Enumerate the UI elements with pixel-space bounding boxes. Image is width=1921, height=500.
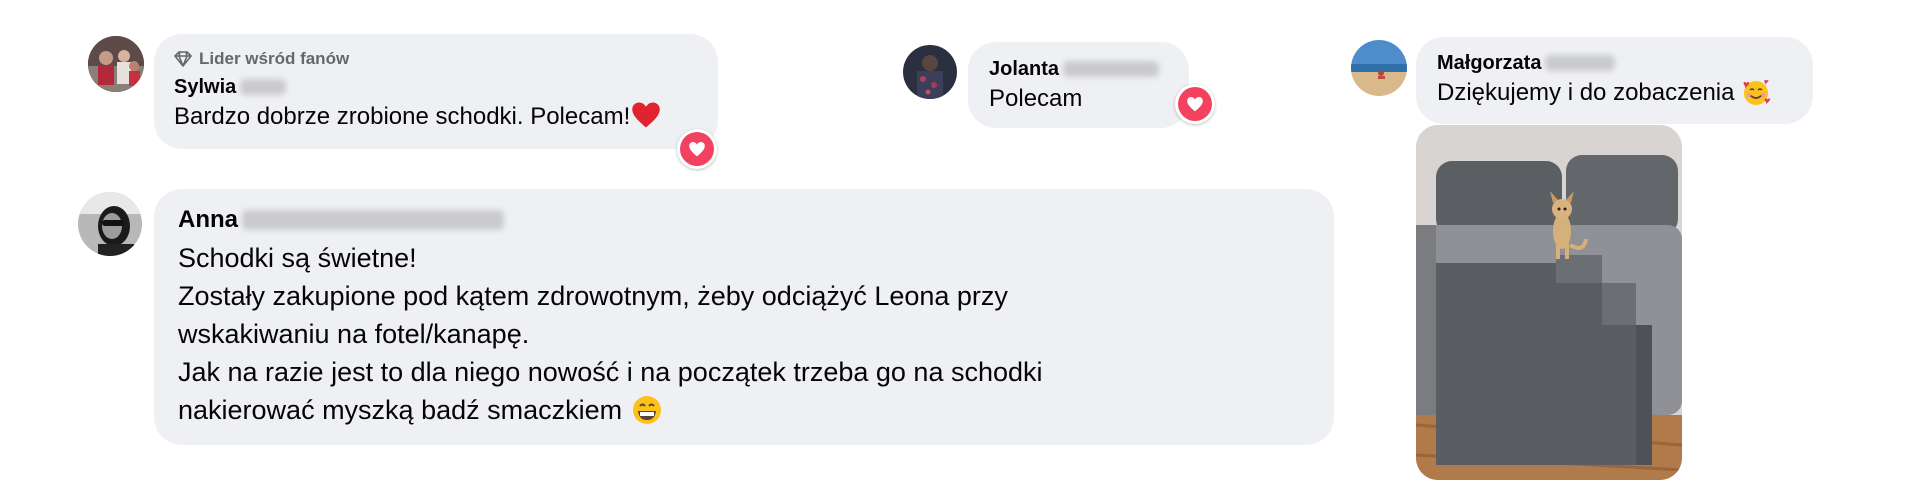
comment-bubble-anna: Anna Schodki są świetne! Zostały zakupio… — [154, 189, 1334, 445]
author-first-name: Sylwia — [174, 75, 237, 98]
comment-text-malgorzata-content: Dziękujemy i do zobaczenia — [1437, 79, 1735, 106]
author-surname-redacted — [240, 79, 287, 95]
diamond-icon — [174, 51, 192, 67]
avatar-sylwia[interactable] — [88, 36, 144, 92]
top-fan-badge-label: Lider wśród fanów — [199, 49, 350, 68]
avatar-anna[interactable] — [78, 192, 142, 256]
author-first-name: Jolanta — [989, 57, 1060, 80]
comment-text-jolanta: Polecam — [989, 85, 1083, 112]
author-first-name: Anna — [178, 206, 238, 233]
photo-dog-on-steps — [1416, 125, 1682, 480]
comment-text-anna: Schodki są świetne! Zostały zakupione po… — [178, 239, 1310, 429]
comment-text-malgorzata: Dziękujemy i do zobaczenia — [1437, 77, 1792, 109]
comment-author-malgorzata[interactable]: Małgorzata — [1437, 49, 1792, 77]
author-surname-redacted — [242, 210, 504, 230]
heart-reaction-icon — [1187, 97, 1203, 112]
avatar-jolanta-image — [903, 45, 957, 99]
comment-text-line: Zostały zakupione pod kątem zdrowotnym, … — [178, 281, 1008, 311]
smiling-face-with-hearts-emoji-icon — [1743, 80, 1771, 105]
avatar-malgorzata-image — [1351, 40, 1407, 96]
comment-author-anna[interactable]: Anna — [178, 203, 1310, 237]
avatar-anna-image — [78, 192, 142, 256]
comment-photo-attachment[interactable] — [1416, 125, 1682, 480]
comment-text-line: Schodki są świetne! — [178, 243, 417, 273]
comment-text-line: nakierować myszką badź smaczkiem — [178, 395, 623, 425]
comment-text-sylwia-content: Bardzo dobrze zrobione schodki. Polecam! — [174, 103, 631, 130]
comment-text-line: Jak na razie jest to dla niego nowość i … — [178, 357, 1043, 387]
comment-author-sylwia[interactable]: Sylwia — [174, 73, 698, 101]
author-surname-redacted — [1063, 61, 1160, 77]
avatar-malgorzata[interactable] — [1351, 40, 1407, 96]
avatar-jolanta[interactable] — [903, 45, 957, 99]
comment-text-sylwia: Bardzo dobrze zrobione schodki. Polecam! — [174, 101, 698, 133]
author-surname-redacted — [1545, 55, 1616, 71]
comment-bubble-jolanta: Jolanta Polecam — [968, 42, 1189, 128]
comment-text-line-last: nakierować myszką badź smaczkiem — [178, 391, 1310, 429]
love-reaction-jolanta[interactable] — [1175, 84, 1215, 124]
comment-bubble-sylwia: Lider wśród fanów Sylwia Bardzo dobrze z… — [154, 34, 718, 149]
avatar-sylwia-image — [88, 36, 144, 92]
grinning-face-emoji-icon — [633, 396, 662, 424]
top-fan-badge[interactable]: Lider wśród fanów — [174, 47, 698, 71]
comment-bubble-malgorzata: Małgorzata Dziękujemy i do zobaczenia — [1416, 37, 1813, 124]
comment-text-line: wskakiwaniu na fotel/kanapę. — [178, 319, 530, 349]
author-first-name: Małgorzata — [1437, 51, 1542, 74]
heart-reaction-icon — [689, 142, 705, 157]
comment-author-jolanta[interactable]: Jolanta — [989, 55, 1168, 83]
love-reaction-sylwia[interactable] — [677, 129, 717, 169]
heart-emoji-icon — [632, 102, 660, 128]
